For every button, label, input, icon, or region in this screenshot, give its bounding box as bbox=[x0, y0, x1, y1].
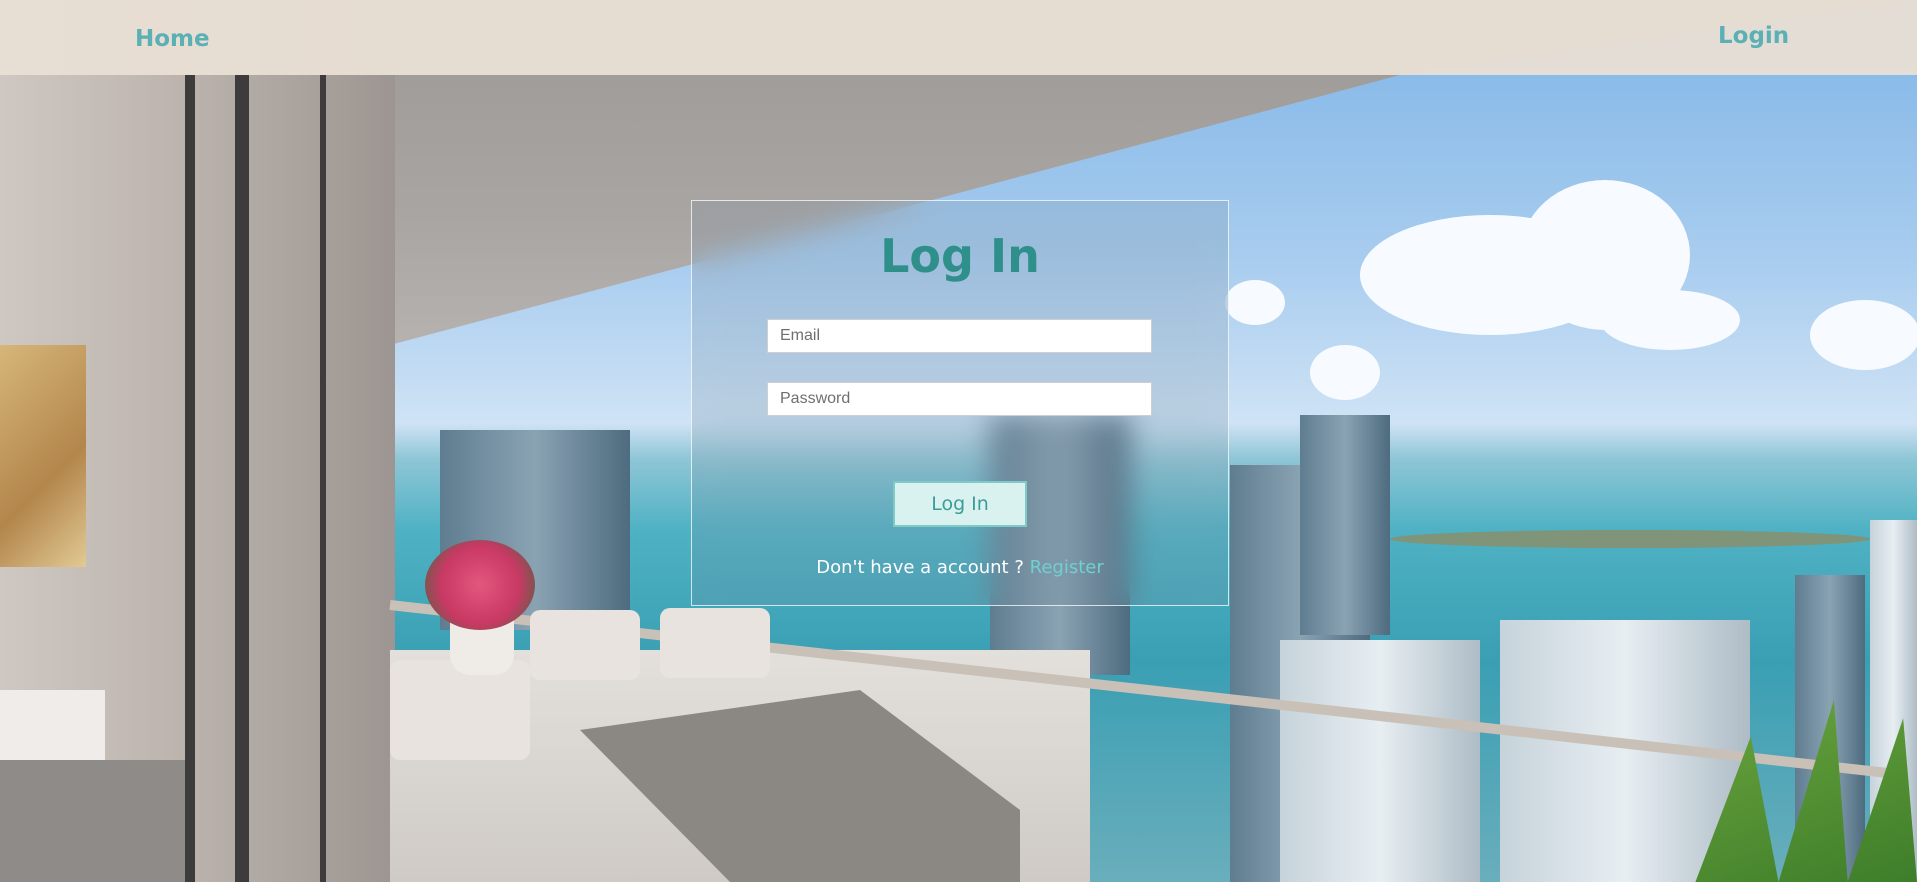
register-prompt-text: Don't have a account ? bbox=[816, 557, 1024, 578]
login-card: Log In Log In Don't have a account ? Reg… bbox=[691, 200, 1229, 606]
top-navbar: Home Login bbox=[0, 0, 1917, 75]
cloud bbox=[1310, 345, 1380, 400]
nav-home-link[interactable]: Home bbox=[135, 26, 210, 52]
email-input[interactable] bbox=[767, 319, 1152, 353]
window-frame bbox=[320, 75, 326, 882]
lounge-chair bbox=[660, 608, 770, 678]
interior-floor bbox=[0, 760, 190, 882]
nav-login-link[interactable]: Login bbox=[1718, 23, 1789, 49]
cloud bbox=[1810, 300, 1917, 370]
lounge-chair bbox=[390, 660, 530, 760]
register-prompt-line: Don't have a account ? Register bbox=[692, 557, 1228, 578]
register-link[interactable]: Register bbox=[1030, 557, 1104, 578]
building bbox=[1280, 640, 1480, 882]
window-frame bbox=[185, 75, 195, 882]
window-frame bbox=[235, 75, 249, 882]
wall-painting bbox=[0, 345, 86, 567]
lounge-chair bbox=[530, 610, 640, 680]
island bbox=[1390, 530, 1870, 548]
flower-plant bbox=[425, 540, 535, 630]
login-title: Log In bbox=[880, 229, 1040, 283]
cloud bbox=[1600, 290, 1740, 350]
building bbox=[1300, 415, 1390, 635]
password-input[interactable] bbox=[767, 382, 1152, 416]
cloud bbox=[1225, 280, 1285, 325]
login-submit-button[interactable]: Log In bbox=[893, 481, 1027, 527]
